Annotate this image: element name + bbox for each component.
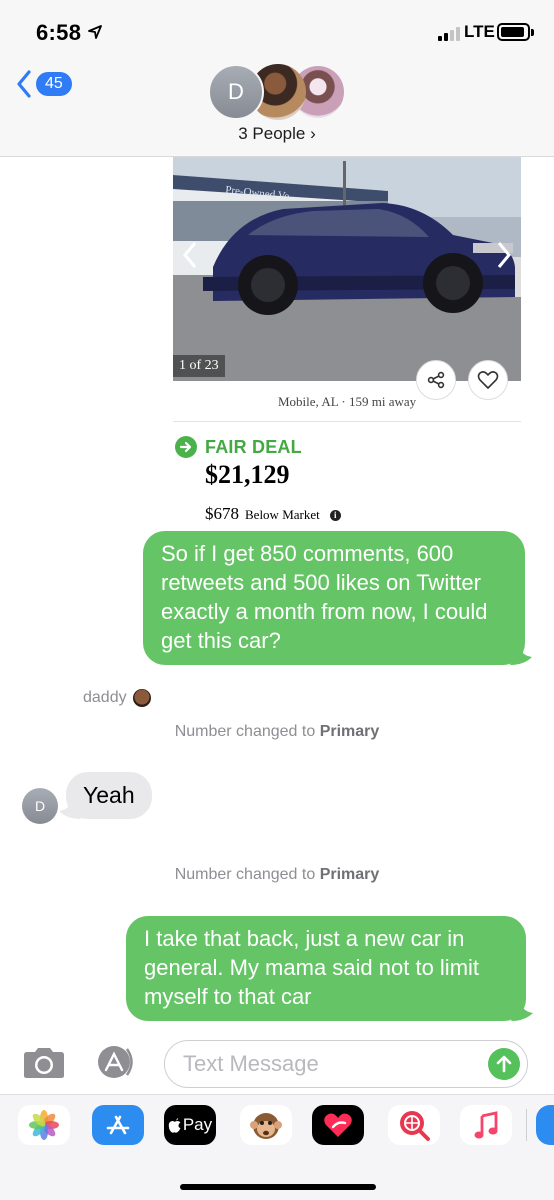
listing-price: $21,129 <box>205 460 290 489</box>
digital-touch-icon <box>324 1113 352 1137</box>
status-time: 6:58 <box>36 20 82 45</box>
web-images-icon <box>400 1111 430 1141</box>
arrow-up-icon <box>496 1055 512 1073</box>
below-market-amount: $678 <box>205 504 239 523</box>
deal-label: FAIR DEAL <box>205 436 302 457</box>
incoming-message[interactable]: Yeah <box>59 772 152 819</box>
drawer-divider <box>526 1109 527 1141</box>
below-market-label: Below Market <box>245 507 320 522</box>
share-icon <box>427 371 445 389</box>
send-button[interactable] <box>488 1048 520 1080</box>
digital-touch-app-button[interactable] <box>312 1105 364 1145</box>
apple-pay-app-button[interactable]: Pay <box>164 1105 216 1145</box>
outgoing-message[interactable]: I take that back, just a new car in gene… <box>126 916 533 1021</box>
message-input[interactable] <box>183 1049 473 1079</box>
signal-icon <box>438 27 460 41</box>
apple-pay-label: Pay <box>182 1115 213 1134</box>
web-images-app-button[interactable] <box>388 1105 440 1145</box>
network-label: LTE <box>464 22 495 41</box>
group-details-link[interactable]: 3 People › <box>0 124 554 144</box>
app-store-icon <box>106 1115 130 1135</box>
below-market: $678 Below Market i <box>205 504 341 524</box>
sender-name: daddy <box>83 689 151 707</box>
message-text: Yeah <box>83 782 135 808</box>
compose-bar <box>0 1030 554 1094</box>
group-avatars[interactable]: D <box>208 64 348 120</box>
info-icon[interactable]: i <box>329 509 341 521</box>
battery-icon <box>497 23 534 41</box>
system-text-bold: Primary <box>319 723 380 740</box>
system-text: Number changed to <box>174 723 320 740</box>
photos-app-button[interactable] <box>18 1105 70 1145</box>
more-apps-button[interactable] <box>536 1105 554 1145</box>
apps-icon <box>98 1046 133 1078</box>
system-text-bold: Primary <box>319 866 380 883</box>
system-text: Number changed to <box>174 866 320 883</box>
message-text: So if I get 850 comments, 600 retweets a… <box>161 541 488 653</box>
divider <box>173 421 521 422</box>
deal-rating: FAIR DEAL <box>175 436 302 458</box>
music-icon <box>474 1111 498 1139</box>
message-text: I take that back, just a new car in gene… <box>144 926 480 1009</box>
location-arrow-icon <box>88 25 102 39</box>
listing-location: Mobile, AL · 159 mi away <box>278 394 417 409</box>
photo-counter: 1 of 23 <box>173 355 225 377</box>
sender-label: daddy <box>83 689 127 706</box>
back-button[interactable]: 45 <box>16 70 72 98</box>
favorite-button[interactable] <box>468 360 508 400</box>
chevron-left-icon <box>17 70 31 98</box>
arrow-right-icon <box>175 436 197 458</box>
outgoing-message[interactable]: So if I get 850 comments, 600 retweets a… <box>143 531 532 665</box>
sender-avatar[interactable]: D <box>22 788 58 824</box>
man-emoji-icon <box>132 689 151 707</box>
conversation-header: 6:58 LTE 45 D 3 People › <box>0 0 554 157</box>
heart-icon <box>477 371 499 389</box>
message-field[interactable] <box>164 1040 528 1088</box>
music-app-button[interactable] <box>460 1105 512 1145</box>
camera-icon[interactable] <box>22 1046 66 1080</box>
app-store-button[interactable] <box>94 1045 138 1079</box>
avatar: D <box>208 64 264 120</box>
apple-logo-icon <box>168 1117 181 1133</box>
unread-badge: 45 <box>36 72 72 96</box>
system-message: Number changed to Primary <box>0 866 554 884</box>
car-photo[interactable]: Pre-Owned Ve <box>173 157 521 381</box>
app-store-app-button[interactable] <box>92 1105 144 1145</box>
animoji-app-button[interactable] <box>240 1105 292 1145</box>
share-button[interactable] <box>416 360 456 400</box>
animoji-icon <box>250 1113 282 1139</box>
photos-icon <box>29 1110 59 1140</box>
home-indicator <box>180 1184 376 1190</box>
system-message: Number changed to Primary <box>0 723 554 741</box>
